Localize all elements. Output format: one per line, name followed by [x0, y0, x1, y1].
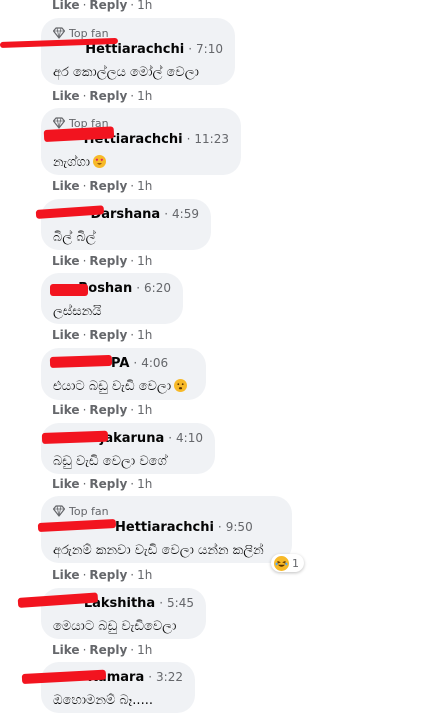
like-link[interactable]: Like	[52, 0, 80, 12]
comment-bubble: Top fan Hettiarachchi · 7:10 අර කොල්ලය ම…	[41, 18, 235, 85]
like-link[interactable]: Like	[52, 179, 80, 193]
like-link[interactable]: Like	[52, 477, 80, 491]
heart-eyes-emoji-icon	[93, 155, 107, 168]
top-fan-badge: Top fan	[53, 504, 280, 518]
comment-text: බඩු වැඩි වෙලා වගේ	[53, 454, 167, 469]
reply-link[interactable]: Reply	[89, 643, 127, 657]
comment-time: 1h	[137, 643, 153, 657]
comment-time: 1h	[137, 568, 153, 582]
comment-bubble: Rajakaruna · 4:10 බඩු වැඩි වෙලා වගේ	[41, 423, 215, 474]
comment-time: 1h	[137, 254, 153, 268]
comment-author[interactable]: PA	[111, 356, 129, 371]
comment-actions: Like · Reply · 1h	[52, 643, 153, 657]
reply-link[interactable]: Reply	[89, 568, 127, 582]
comment-separator: ·	[217, 520, 222, 534]
laugh-emoji-icon	[274, 555, 289, 571]
comment-separator: ·	[159, 596, 164, 610]
comment-age: 9:50	[225, 520, 253, 534]
comment-age: 11:23	[194, 132, 229, 146]
diamond-icon	[53, 27, 65, 39]
comment-separator: ·	[136, 281, 141, 295]
comment-age: 6:20	[144, 281, 171, 295]
reaction-count[interactable]: 1	[271, 554, 304, 572]
like-link[interactable]: Like	[52, 643, 80, 657]
redaction-mark	[49, 354, 113, 368]
reply-link[interactable]: Reply	[89, 477, 127, 491]
comment-time: 1h	[137, 179, 153, 193]
reply-link[interactable]: Reply	[89, 0, 127, 12]
like-link[interactable]: Like	[52, 89, 80, 103]
top-fan-label: Top fan	[69, 504, 109, 518]
comment-time: 1h	[137, 403, 153, 417]
comment-actions: Like · Reply · 1h	[52, 179, 153, 193]
comment-separator: ·	[168, 431, 173, 445]
comment-separator: ·	[148, 670, 153, 684]
like-link[interactable]: Like	[52, 403, 80, 417]
reply-link[interactable]: Reply	[89, 328, 127, 342]
comment-time: 1h	[137, 328, 153, 342]
redaction-mark	[50, 284, 88, 296]
comment-text: අරුනම් කනවා වැඩි වෙලා යන්න කලින්	[53, 543, 264, 558]
comment-separator: ·	[133, 356, 138, 370]
comment-bubble: Kumara · 3:22 ඔහොමනම් බෑ.....	[41, 662, 195, 713]
comment-age: 4:10	[176, 431, 203, 445]
comment-text: මෙයාට බඩු වැඩිවෙලා	[53, 619, 177, 634]
diamond-icon	[53, 117, 65, 129]
reply-link[interactable]: Reply	[89, 179, 127, 193]
comment-text: ලස්සනයි	[53, 304, 102, 319]
comment-text: අර කොල්ලය මෝල් වෙලා	[53, 65, 199, 80]
reply-link[interactable]: Reply	[89, 254, 127, 268]
comment-text: එයාට බඩු වැඩි වෙලා	[53, 379, 172, 394]
comment-actions: Like · Reply · 1h	[52, 477, 153, 491]
comment-actions: Like · Reply · 1h	[52, 254, 153, 268]
like-link[interactable]: Like	[52, 568, 80, 582]
redaction-mark	[41, 430, 109, 444]
comment-bubble: Top fan Hettiarachchi · 11:23 නැග්ගා	[41, 108, 241, 175]
comment-separator: ·	[188, 42, 193, 56]
reply-link[interactable]: Reply	[89, 89, 127, 103]
like-link[interactable]: Like	[52, 328, 80, 342]
comment-time: 1h	[137, 89, 153, 103]
comment-age: 5:45	[167, 596, 194, 610]
like-link[interactable]: Like	[52, 254, 80, 268]
comment-age: 4:59	[172, 207, 199, 221]
comment-text-row: නැග්ගා	[53, 154, 229, 171]
comment-text: ඔහොමනම් බෑ.....	[53, 693, 153, 708]
comment-actions: Like · Reply · 1h	[52, 89, 153, 103]
comment-actions: Like · Reply · 1h	[52, 403, 153, 417]
reply-link[interactable]: Reply	[89, 403, 127, 417]
diamond-icon	[53, 505, 65, 517]
reaction-count-value: 1	[292, 556, 299, 570]
comment-separator: ·	[186, 132, 191, 146]
comment-separator: ·	[164, 207, 169, 221]
comment-time: 1h	[137, 477, 153, 491]
comment-text-row: එයාට බඩු වැඩි වෙලා	[53, 378, 194, 395]
comment-actions: Like · Reply · 1h	[52, 328, 153, 342]
comment-actions: Like · Reply · 1h	[52, 568, 153, 582]
comment-text: බිල් බිල්	[53, 230, 96, 245]
comment-author[interactable]: Hettiarachchi	[115, 520, 214, 535]
comment-age: 7:10	[196, 42, 223, 56]
comment-actions: Like · Reply · 1h	[52, 0, 153, 12]
comment-time: 1h	[137, 0, 153, 12]
sad-face-emoji-icon	[174, 379, 188, 392]
comment-bubble: Darshana · 4:59 බිල් බිල්	[41, 199, 211, 250]
top-fan-badge: Top fan	[53, 26, 223, 40]
comment-age: 4:06	[141, 356, 169, 370]
comment-bubble: Roshan · 6:20 ලස්සනයි	[41, 273, 183, 324]
comment-text: නැග්ගා	[53, 155, 91, 170]
comment-age: 3:22	[156, 670, 183, 684]
